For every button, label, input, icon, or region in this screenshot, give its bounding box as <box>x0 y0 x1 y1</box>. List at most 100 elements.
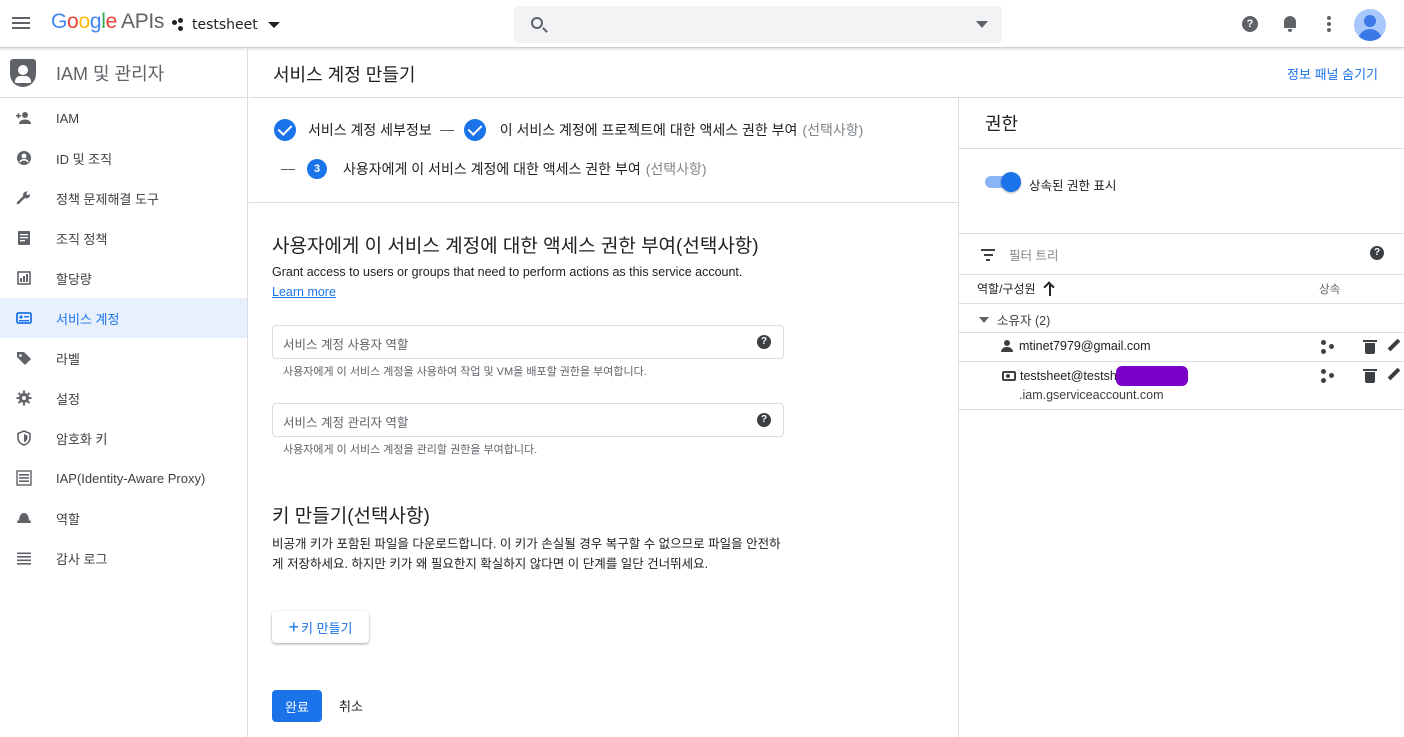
person-icon <box>1001 340 1013 352</box>
step-1-label: 서비스 계정 세부정보 <box>308 122 432 138</box>
panel-title: 권한 <box>985 114 1019 134</box>
hamburger-menu-icon[interactable] <box>12 14 32 34</box>
sidebar-item-label: 정책 문제해결 도구 <box>56 191 159 207</box>
filter-tree-input[interactable]: 필터 트리 <box>1009 245 1058 264</box>
top-app-bar: Google APIs testsheet ? <box>0 0 1404 48</box>
field-placeholder: 서비스 계정 사용자 역할 <box>283 338 409 352</box>
iap-icon <box>16 470 32 486</box>
member-email: mtinet7979@gmail.com <box>1019 339 1151 353</box>
service-account-user-role-field[interactable]: 서비스 계정 사용자 역할 ? <box>272 325 784 359</box>
service-account-admin-role-field[interactable]: 서비스 계정 관리자 역할 ? <box>272 403 784 437</box>
help-icon[interactable]: ? <box>1240 14 1260 34</box>
sidebar-item-security-shield[interactable]: 암호화 키 <box>0 418 247 458</box>
help-icon[interactable]: ? <box>1370 246 1384 260</box>
divider <box>959 148 1404 149</box>
roles-hat-icon <box>16 510 32 526</box>
edit-pencil-icon[interactable] <box>1385 338 1401 352</box>
person-add-icon <box>16 110 32 126</box>
sidebar-item-label: IAP(Identity-Aware Proxy) <box>56 470 206 486</box>
label-tag-icon <box>16 350 32 366</box>
sidebar-item-label: 감사 로그 <box>56 551 108 567</box>
info-panel: 권한 상속된 권한 표시 필터 트리 ? 역할/구성원 상속 소유자 (2) m… <box>958 98 1404 737</box>
sidebar-item-wrench[interactable]: 정책 문제해결 도구 <box>0 178 247 218</box>
redaction-mark <box>1115 366 1188 386</box>
step-3[interactable]: 3 사용자에게 이 서비스 계정에 대한 액세스 권한 부여 (선택사항) <box>281 159 707 179</box>
list-icon <box>16 550 32 566</box>
sidebar-item-person-add[interactable]: IAM <box>0 98 247 138</box>
page-title: 서비스 계정 만들기 <box>273 65 416 85</box>
sidebar-item-label: 암호화 키 <box>56 431 108 447</box>
sidebar-item-iap[interactable]: IAP(Identity-Aware Proxy) <box>0 458 247 498</box>
sidebar-item-policy-document[interactable]: 조직 정책 <box>0 218 247 258</box>
sidebar-item-label: 할당량 <box>56 271 92 287</box>
sidebar-item-label: 라벨 <box>56 351 80 367</box>
owner-group-label: 소유자 (2) <box>997 314 1051 328</box>
service-account-icon <box>16 310 32 326</box>
notifications-bell-icon[interactable] <box>1280 14 1300 34</box>
step-connector <box>439 129 454 131</box>
hide-info-panel-link[interactable]: 정보 패널 숨기기 <box>1287 64 1378 83</box>
account-tree-icon[interactable] <box>1321 369 1335 383</box>
more-vert-icon[interactable] <box>1319 15 1339 35</box>
learn-more-link[interactable]: Learn more <box>272 285 336 299</box>
create-key-button[interactable]: + 키 만들기 <box>272 611 369 643</box>
cancel-button[interactable]: 취소 <box>339 696 363 715</box>
google-apis-logo[interactable]: Google APIs <box>51 10 164 34</box>
expand-triangle-icon <box>979 317 989 323</box>
edit-pencil-icon[interactable] <box>1385 367 1401 381</box>
owner-group-row[interactable]: 소유자 (2) <box>979 310 1050 329</box>
sidebar-item-account-circle[interactable]: ID 및 조직 <box>0 138 247 178</box>
caret-down-icon <box>267 22 280 28</box>
sidebar-item-roles-hat[interactable]: 역할 <box>0 498 247 538</box>
iam-shield-icon <box>10 59 36 87</box>
wrench-icon <box>16 190 32 206</box>
project-selector[interactable]: testsheet <box>172 14 280 36</box>
gear-icon <box>16 390 32 406</box>
filter-icon[interactable] <box>981 249 995 261</box>
divider <box>959 233 1404 234</box>
sidebar-item-quota[interactable]: 할당량 <box>0 258 247 298</box>
account-circle-icon <box>16 150 32 166</box>
member-email-prefix: testsheet@testsh <box>1020 369 1117 383</box>
member-email-suffix: .iam.gserviceaccount.com <box>1019 388 1164 402</box>
step-2-optional: (선택사항) <box>802 122 864 138</box>
section-description: Grant access to users or groups that nee… <box>272 265 743 279</box>
create-key-label: 키 만들기 <box>301 620 353 636</box>
service-account-icon <box>1002 371 1016 381</box>
delete-trash-icon[interactable] <box>1363 340 1377 354</box>
sidebar-item-label: 설정 <box>56 391 80 407</box>
sidebar-title: IAM 및 관리자 <box>56 64 165 84</box>
help-icon[interactable]: ? <box>757 335 771 349</box>
sidebar-item-gear[interactable]: 설정 <box>0 378 247 418</box>
section-title: 사용자에게 이 서비스 계정에 대한 액세스 권한 부여(선택사항) <box>272 236 759 257</box>
sidebar-item-service-account[interactable]: 서비스 계정 <box>0 298 247 338</box>
delete-trash-icon[interactable] <box>1363 369 1377 383</box>
quota-icon <box>16 270 32 286</box>
main-content: 서비스 계정 세부정보 이 서비스 계정에 프로젝트에 대한 액세스 권한 부여… <box>249 98 958 737</box>
project-dots-icon <box>172 18 186 32</box>
toggle-knob <box>1001 172 1021 192</box>
sidebar-item-list[interactable]: 감사 로그 <box>0 538 247 578</box>
divider <box>959 361 1404 362</box>
step-connector <box>281 168 295 170</box>
step-1[interactable]: 서비스 계정 세부정보 이 서비스 계정에 프로젝트에 대한 액세스 권한 부여… <box>274 119 863 141</box>
account-avatar[interactable] <box>1354 9 1386 41</box>
inherited-permissions-toggle[interactable] <box>985 172 1021 192</box>
help-icon[interactable]: ? <box>757 413 771 427</box>
policy-document-icon <box>16 230 32 246</box>
done-button[interactable]: 완료 <box>272 690 322 722</box>
sidebar-item-label-tag[interactable]: 라벨 <box>0 338 247 378</box>
plus-icon: + <box>288 617 300 637</box>
field-placeholder: 서비스 계정 관리자 역할 <box>283 416 409 430</box>
divider <box>959 303 1404 304</box>
sidebar-item-label: 역할 <box>56 511 80 527</box>
account-tree-icon[interactable] <box>1321 340 1335 354</box>
search-dropdown-icon[interactable] <box>976 21 988 28</box>
column-role-label: 역할/구성원 <box>977 282 1036 296</box>
sidebar-item-label: ID 및 조직 <box>56 151 113 167</box>
search-bar[interactable] <box>514 6 1002 43</box>
security-shield-icon <box>16 430 32 446</box>
column-header-role[interactable]: 역할/구성원 <box>977 280 1056 297</box>
check-circle-icon <box>274 119 296 141</box>
sort-arrow-up-icon[interactable] <box>1044 282 1056 296</box>
